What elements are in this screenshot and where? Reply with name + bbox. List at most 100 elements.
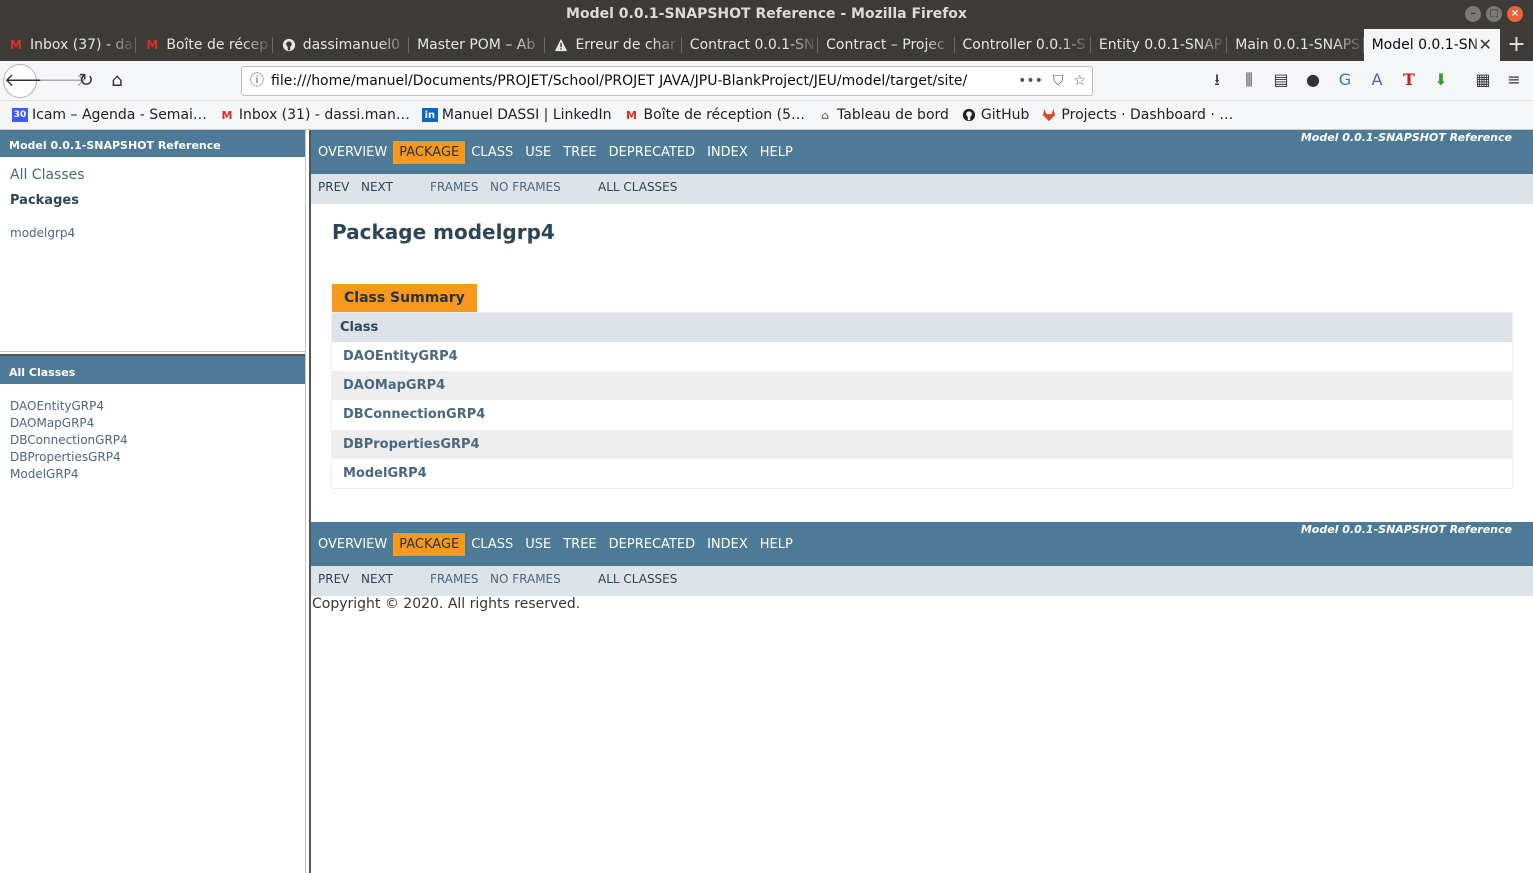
packages-frame: Model 0.0.1-SNAPSHOT Reference All Class… <box>0 130 305 351</box>
browser-tab[interactable]: M Inbox (37) - da <box>0 29 137 61</box>
tab-strip: M Inbox (37) - da M Boîte de récep dassima… <box>0 29 1533 61</box>
table-row[interactable]: DAOMapGRP4 <box>332 371 1512 401</box>
browser-tab[interactable]: Erreur de char <box>545 29 682 61</box>
all-classes-link[interactable]: All Classes <box>10 167 295 183</box>
close-tab-icon[interactable]: ✕ <box>1479 29 1492 61</box>
nav-help[interactable]: HELP <box>754 533 799 556</box>
navigation-toolbar: 🡐 🡒 ↻ ⌂ ⓘ file:///home/manuel/Documents/… <box>0 61 1533 101</box>
browser-tab[interactable]: Contract – Projec <box>818 29 955 61</box>
browser-tab[interactable]: M Boîte de récep <box>136 29 273 61</box>
close-window-button[interactable]: × <box>1507 6 1523 22</box>
sidebar-icon[interactable]: ▤ <box>1270 69 1292 91</box>
all-classes-nav-link[interactable]: ALL CLASSES <box>598 180 677 194</box>
no-frames-link[interactable]: NO FRAMES <box>490 572 561 586</box>
window-title-bar: Model 0.0.1-SNAPSHOT Reference - Mozilla… <box>0 0 1533 29</box>
bookmark-item[interactable]: M Inbox (31) - dassi.man… <box>219 107 409 123</box>
account-icon[interactable]: ● <box>1302 69 1324 91</box>
text-extension-icon[interactable]: T <box>1398 69 1420 91</box>
prev-link[interactable]: PREV <box>318 180 349 194</box>
class-link[interactable]: ModelGRP4 <box>343 466 427 481</box>
minimize-button[interactable]: – <box>1465 6 1481 22</box>
bookmark-item[interactable]: Projects · Dashboard · … <box>1041 107 1233 123</box>
class-link[interactable]: DAOMapGRP4 <box>10 415 295 432</box>
nav-class[interactable]: CLASS <box>465 533 519 556</box>
bookmark-label: Icam – Agenda - Semai… <box>32 107 207 123</box>
bottom-nav-bar: OVERVIEW PACKAGE CLASS USE TREE DEPRECAT… <box>311 522 1533 566</box>
bookmark-item[interactable]: ⌂ Tableau de bord <box>817 107 949 123</box>
class-link[interactable]: DBPropertiesGRP4 <box>343 437 480 452</box>
class-link[interactable]: DAOEntityGRP4 <box>10 398 295 415</box>
translate-icon[interactable]: G <box>1334 69 1356 91</box>
nav-help[interactable]: HELP <box>754 141 799 164</box>
nav-tree[interactable]: TREE <box>557 141 602 164</box>
page-title: Package modelgrp4 <box>332 220 555 244</box>
extensions-icon[interactable]: ▦ <box>1472 69 1494 91</box>
bookmark-item[interactable]: M Boîte de réception (5… <box>624 107 805 123</box>
class-link[interactable]: DAOMapGRP4 <box>343 378 445 393</box>
browser-tab[interactable]: Entity 0.0.1-SNAP <box>1091 29 1228 61</box>
content-frame: OVERVIEW PACKAGE CLASS USE TREE DEPRECAT… <box>311 130 1533 873</box>
bookmarks-toolbar: 30 Icam – Agenda - Semai… M Inbox (31) - d… <box>0 101 1533 130</box>
nav-tree[interactable]: TREE <box>557 533 602 556</box>
site-info-icon[interactable]: ⓘ <box>250 67 264 95</box>
nav-use[interactable]: USE <box>519 141 557 164</box>
horizontal-frame-divider[interactable] <box>0 351 305 356</box>
nav-deprecated[interactable]: DEPRECATED <box>603 141 701 164</box>
nav-index[interactable]: INDEX <box>701 141 754 164</box>
browser-tab-active[interactable]: Model 0.0.1-SN ✕ <box>1363 29 1500 61</box>
next-link[interactable]: NEXT <box>361 180 393 194</box>
package-link[interactable]: modelgrp4 <box>10 226 295 240</box>
tab-label: Model 0.0.1-SN <box>1371 37 1479 53</box>
browser-tab[interactable]: Main 0.0.1-SNAPS <box>1227 29 1364 61</box>
all-classes-nav-link[interactable]: ALL CLASSES <box>598 572 677 586</box>
nav-deprecated[interactable]: DEPRECATED <box>603 533 701 556</box>
pocket-icon[interactable]: ⛉ <box>1053 67 1064 95</box>
bookmark-item[interactable]: 30 Icam – Agenda - Semai… <box>12 107 207 123</box>
home-button[interactable]: ⌂ <box>101 65 133 97</box>
frames-link[interactable]: FRAMES <box>430 180 479 194</box>
browser-tab[interactable]: dassimanuel0 <box>273 29 410 61</box>
class-link[interactable]: ModelGRP4 <box>10 466 295 483</box>
browser-tab[interactable]: Master POM – Ab <box>409 29 546 61</box>
back-button[interactable]: 🡐 <box>3 64 52 98</box>
nav-class[interactable]: CLASS <box>465 141 519 164</box>
table-row[interactable]: DBConnectionGRP4 <box>332 400 1512 429</box>
new-tab-button[interactable]: + <box>1500 29 1533 61</box>
copyright-notice: Copyright © 2020. All rights reserved. <box>312 596 581 612</box>
browser-tab[interactable]: Contract 0.0.1-SN <box>682 29 819 61</box>
download-helper-icon[interactable]: ⬇ <box>1430 69 1452 91</box>
forward-button[interactable]: 🡒 <box>38 65 86 97</box>
table-row[interactable]: ModelGRP4 <box>332 459 1512 488</box>
url-bar[interactable]: ⓘ file:///home/manuel/Documents/PROJET/S… <box>241 66 1093 96</box>
bookmark-label: Boîte de réception (5… <box>643 107 805 123</box>
no-frames-link[interactable]: NO FRAMES <box>490 180 561 194</box>
class-link[interactable]: DBConnectionGRP4 <box>10 432 295 449</box>
bookmark-item[interactable]: GitHub <box>961 107 1029 123</box>
nav-overview[interactable]: OVERVIEW <box>312 141 393 164</box>
nav-use[interactable]: USE <box>519 533 557 556</box>
browser-tab[interactable]: Controller 0.0.1-S <box>955 29 1091 61</box>
menu-icon[interactable]: ≡ <box>1503 69 1525 91</box>
bookmark-item[interactable]: in Manuel DASSI | LinkedIn <box>421 107 612 123</box>
class-link[interactable]: DAOEntityGRP4 <box>343 349 458 364</box>
maximize-button[interactable]: □ <box>1486 6 1502 22</box>
all-classes-frame: All Classes DAOEntityGRP4 DAOMapGRP4 DBC… <box>0 356 305 483</box>
library-icon[interactable]: ⫼ <box>1238 69 1260 91</box>
left-bottom-header: All Classes <box>0 356 305 384</box>
class-link[interactable]: DBPropertiesGRP4 <box>10 449 295 466</box>
prev-link[interactable]: PREV <box>318 572 349 586</box>
translate-alt-icon[interactable]: A <box>1366 69 1388 91</box>
reload-button[interactable]: ↻ <box>70 65 102 97</box>
page-actions-icon[interactable]: ••• <box>1018 67 1043 95</box>
nav-overview[interactable]: OVERVIEW <box>312 533 393 556</box>
downloads-icon[interactable]: ⭳ <box>1206 69 1228 91</box>
class-link[interactable]: DBConnectionGRP4 <box>343 407 485 422</box>
bookmark-star-icon[interactable]: ☆ <box>1073 67 1086 95</box>
gmail-icon: M <box>626 108 637 122</box>
next-link[interactable]: NEXT <box>361 572 393 586</box>
table-row[interactable]: DBPropertiesGRP4 <box>332 429 1512 459</box>
table-row[interactable]: DAOEntityGRP4 <box>332 342 1512 371</box>
calendar-icon: 30 <box>12 108 28 122</box>
frames-link[interactable]: FRAMES <box>430 572 479 586</box>
nav-index[interactable]: INDEX <box>701 533 754 556</box>
